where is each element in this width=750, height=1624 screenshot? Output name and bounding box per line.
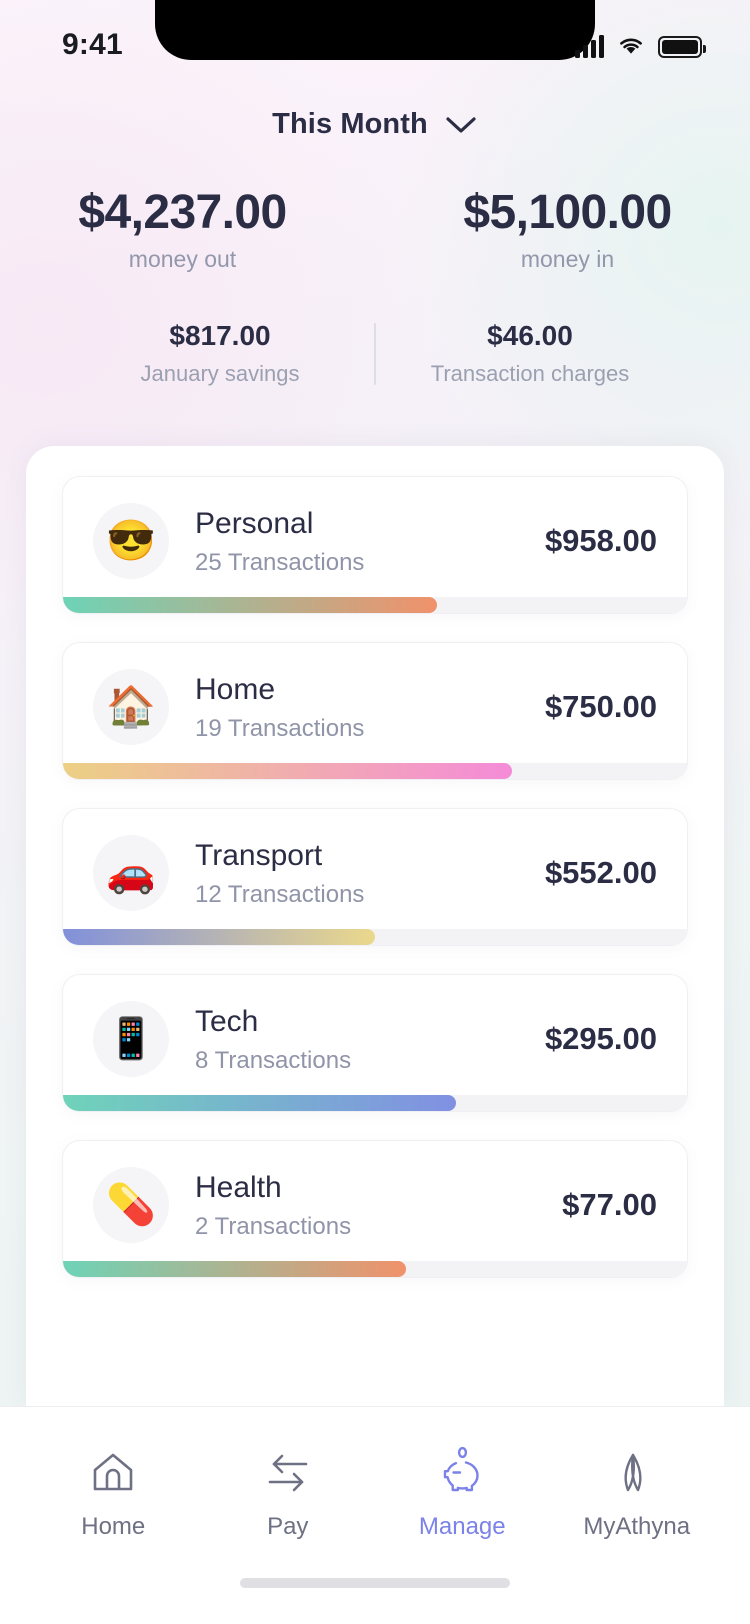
category-card[interactable]: 📱 Tech 8 Transactions $295.00: [62, 974, 688, 1112]
money-in-block: $5,100.00 money in: [375, 186, 750, 273]
category-row[interactable]: 🏠 Home 19 Transactions $750.00: [63, 643, 687, 779]
savings-label: January savings: [140, 361, 300, 386]
category-text: Health 2 Transactions: [195, 1170, 546, 1241]
period-label: This Month: [272, 108, 428, 140]
money-in-label: money in: [520, 245, 615, 272]
money-out-label: money out: [128, 245, 237, 272]
category-transaction-count: 8 Transactions: [195, 1046, 352, 1074]
category-card[interactable]: 🏠 Home 19 Transactions $750.00: [62, 642, 688, 780]
smiling-face-with-sunglasses-icon: 😎: [93, 503, 169, 579]
category-text: Tech 8 Transactions: [195, 1004, 529, 1075]
money-in-amount: $5,100.00: [463, 186, 672, 239]
category-name: Home: [195, 672, 276, 706]
money-out-amount: $4,237.00: [78, 186, 287, 239]
category-name: Health: [195, 1170, 282, 1204]
device-notch: [155, 0, 595, 60]
category-amount: $750.00: [544, 689, 657, 724]
category-card[interactable]: 💊 Health 2 Transactions $77.00: [62, 1140, 688, 1278]
category-transaction-count: 25 Transactions: [195, 548, 365, 576]
category-text: Home 19 Transactions: [195, 672, 529, 743]
category-name: Tech: [195, 1004, 259, 1038]
category-progress-fill: [63, 597, 438, 613]
category-row[interactable]: 📱 Tech 8 Transactions $295.00: [63, 975, 687, 1111]
cellular-signal-icon: [575, 34, 604, 58]
category-progress-fill: [63, 1261, 407, 1277]
category-progress-fill: [63, 1095, 457, 1111]
category-transaction-count: 19 Transactions: [195, 714, 365, 742]
nav-item-pay[interactable]: Pay: [208, 1445, 368, 1541]
period-selector[interactable]: This Month: [0, 108, 750, 141]
charges-amount: $46.00: [487, 320, 573, 351]
category-transaction-count: 12 Transactions: [195, 880, 365, 908]
category-progress-fill: [63, 763, 513, 779]
category-row[interactable]: 🚗 Transport 12 Transactions $552.00: [63, 809, 687, 945]
charges-label: Transaction charges: [430, 361, 630, 386]
category-text: Personal 25 Transactions: [195, 506, 529, 577]
category-amount: $295.00: [544, 1021, 657, 1056]
status-bar-clock: 9:41: [62, 28, 123, 61]
nav-label-myathyna: MyAthyna: [583, 1512, 691, 1540]
category-progress-fill: [63, 929, 375, 945]
house-icon: 🏠: [93, 669, 169, 745]
pill-icon: 💊: [93, 1167, 169, 1243]
category-name: Personal: [195, 506, 314, 540]
category-progress-track: [63, 597, 687, 613]
piggy-bank-icon: [435, 1445, 489, 1499]
totals-summary: $4,237.00 money out $5,100.00 money in: [0, 186, 750, 273]
home-icon: [87, 1445, 139, 1499]
nav-item-myathyna[interactable]: MyAthyna: [557, 1445, 717, 1541]
subtotal-divider: [374, 322, 376, 385]
nav-item-home[interactable]: Home: [33, 1445, 193, 1541]
category-row[interactable]: 😎 Personal 25 Transactions $958.00: [63, 477, 687, 613]
home-indicator: [0, 1578, 750, 1624]
status-bar-icons: [575, 30, 706, 58]
category-transaction-count: 2 Transactions: [195, 1212, 352, 1240]
battery-icon: [658, 36, 706, 58]
category-row[interactable]: 💊 Health 2 Transactions $77.00: [63, 1141, 687, 1277]
category-progress-track: [63, 929, 687, 945]
nav-items: Home Pay Manage MyAthyna: [0, 1407, 750, 1578]
charges-block: $46.00 Transaction charges: [380, 320, 680, 387]
savings-amount: $817.00: [169, 320, 271, 351]
athyna-leaf-icon: [611, 1445, 663, 1499]
category-card[interactable]: 😎 Personal 25 Transactions $958.00: [62, 476, 688, 614]
nav-item-manage[interactable]: Manage: [382, 1445, 542, 1541]
savings-block: $817.00 January savings: [70, 320, 370, 387]
category-amount: $552.00: [544, 855, 657, 890]
chevron-down-icon[interactable]: [444, 114, 478, 136]
nav-label-pay: Pay: [267, 1512, 309, 1540]
category-amount: $77.00: [562, 1187, 657, 1222]
category-progress-track: [63, 1095, 687, 1111]
nav-label-manage: Manage: [418, 1512, 506, 1540]
money-out-block: $4,237.00 money out: [0, 186, 375, 273]
category-progress-track: [63, 763, 687, 779]
category-progress-track: [63, 1261, 687, 1277]
category-name: Transport: [195, 838, 323, 872]
app-screen: 9:41 This Month $4,237.00 money out $5,1…: [0, 0, 750, 1624]
category-card[interactable]: 🚗 Transport 12 Transactions $552.00: [62, 808, 688, 946]
transfer-arrows-icon: [262, 1445, 314, 1499]
category-sheet: 😎 Personal 25 Transactions $958.00 🏠 Home 19 T…: [26, 446, 724, 1406]
category-amount: $958.00: [544, 523, 657, 558]
car-icon: 🚗: [93, 835, 169, 911]
mobile-phone-icon: 📱: [93, 1001, 169, 1077]
wifi-icon: [620, 38, 642, 54]
bottom-navigation-bar: Home Pay Manage MyAthyna: [0, 1406, 750, 1624]
nav-label-home: Home: [81, 1512, 146, 1540]
category-text: Transport 12 Transactions: [195, 838, 529, 909]
status-bar: 9:41: [0, 0, 750, 96]
subtotals-summary: $817.00 January savings $46.00 Transacti…: [0, 320, 750, 387]
category-list: 😎 Personal 25 Transactions $958.00 🏠 Home 19 T…: [26, 446, 724, 1278]
